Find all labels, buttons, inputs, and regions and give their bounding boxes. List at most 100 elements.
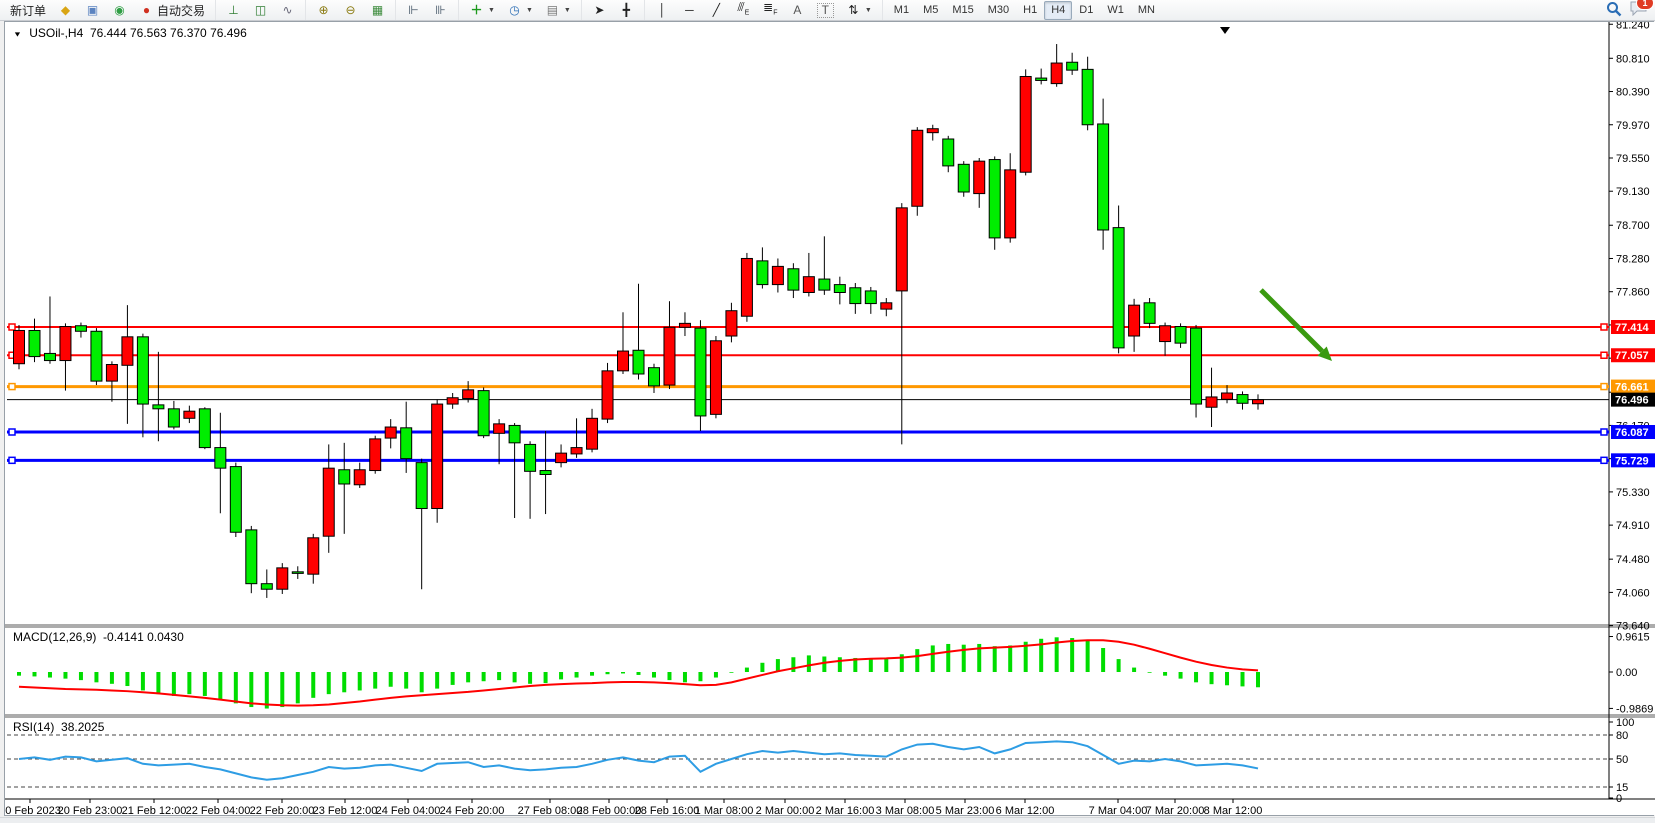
svg-text:76.087: 76.087: [1615, 427, 1649, 439]
fibonacci-icon[interactable]: ≣F: [757, 0, 784, 20]
timeframe-d1[interactable]: D1: [1072, 1, 1100, 20]
svg-text:22 Feb 20:00: 22 Feb 20:00: [250, 805, 315, 815]
horizontal-line-icon[interactable]: ─: [676, 0, 703, 20]
arrows-icon: ⇅: [846, 3, 861, 18]
svg-text:74.060: 74.060: [1616, 587, 1650, 599]
chevron-down-icon: ▼: [488, 7, 495, 14]
svg-text:20 Feb 23:00: 20 Feb 23:00: [58, 805, 123, 815]
signal-icon[interactable]: ◉: [106, 0, 133, 20]
svg-text:2 Mar 16:00: 2 Mar 16:00: [816, 805, 875, 815]
chart-collapse-icon[interactable]: ▼: [13, 30, 22, 38]
candlestick-chart-icon[interactable]: ◫: [247, 0, 274, 20]
new-chart-icon: ＋: [469, 3, 484, 18]
toolbar-group-new: ＋▼ ◷▼ ▤▼: [458, 0, 581, 20]
toolbar-group-cursor: ➤ ╋: [581, 0, 644, 20]
svg-text:7 Mar 20:00: 7 Mar 20:00: [1146, 805, 1205, 815]
autotrade-button[interactable]: ● 自动交易: [133, 0, 211, 20]
vertical-line-icon[interactable]: │: [649, 0, 676, 20]
svg-text:2 Mar 00:00: 2 Mar 00:00: [756, 805, 815, 815]
toolbar-group-objects: │ ─ ╱ ⫻E ≣F A T ⇅▼: [644, 0, 882, 20]
chevron-down-icon: ▼: [564, 7, 571, 14]
svg-text:0.9615: 0.9615: [1616, 632, 1650, 644]
svg-text:27 Feb 08:00: 27 Feb 08:00: [518, 805, 583, 815]
svg-text:23 Feb 12:00: 23 Feb 12:00: [313, 805, 378, 815]
autotrade-icon: ●: [139, 3, 154, 18]
svg-text:1 Mar 08:00: 1 Mar 08:00: [695, 805, 754, 815]
chart-canvas[interactable]: 81.24080.81080.39079.97079.55079.13078.7…: [5, 22, 1655, 815]
zoom-in-icon[interactable]: ⊕: [310, 0, 337, 20]
timeframe-m30[interactable]: M30: [981, 1, 1016, 20]
tile-windows-icon[interactable]: ▦: [364, 0, 391, 20]
chevron-down-icon: ▼: [526, 7, 533, 14]
svg-text:74.480: 74.480: [1616, 554, 1650, 566]
svg-text:-0.9869: -0.9869: [1616, 703, 1653, 715]
svg-text:6 Mar 12:00: 6 Mar 12:00: [996, 805, 1055, 815]
chart-window: 81.24080.81080.39079.97079.55079.13078.7…: [4, 21, 1654, 816]
windows-icon[interactable]: ▣: [79, 0, 106, 20]
zoom-out-icon[interactable]: ⊖: [337, 0, 364, 20]
svg-text:24 Feb 20:00: 24 Feb 20:00: [440, 805, 505, 815]
toolbar-group-trade: 新订单 ◆ ▣ ◉ ● 自动交易: [0, 0, 215, 20]
svg-text:20 Feb 2023: 20 Feb 2023: [5, 805, 61, 815]
chart-ohlc: 76.444 76.563 76.370 76.496: [90, 26, 247, 40]
new-order-label: 新订单: [10, 2, 46, 19]
new-order-button[interactable]: 新订单: [4, 0, 52, 20]
line-chart-icon[interactable]: ∿: [274, 0, 301, 20]
svg-text:77.414: 77.414: [1615, 322, 1650, 334]
svg-text:76.661: 76.661: [1615, 382, 1649, 394]
autotrade-label: 自动交易: [157, 2, 205, 19]
svg-text:77.057: 77.057: [1615, 350, 1649, 362]
svg-text:50: 50: [1616, 754, 1628, 766]
svg-text:77.860: 77.860: [1616, 287, 1650, 299]
svg-text:0.00: 0.00: [1616, 667, 1637, 679]
svg-text:28 Feb 00:00: 28 Feb 00:00: [577, 805, 642, 815]
crosshair-icon[interactable]: ╋: [613, 0, 640, 20]
new-chart-dropdown[interactable]: ＋▼: [463, 0, 501, 20]
timeframe-mn[interactable]: MN: [1131, 1, 1162, 20]
timeframe-w1[interactable]: W1: [1100, 1, 1131, 20]
bar-chart-icon[interactable]: ⊥: [220, 0, 247, 20]
svg-text:3 Mar 08:00: 3 Mar 08:00: [876, 805, 935, 815]
svg-text:24 Feb 04:00: 24 Feb 04:00: [376, 805, 441, 815]
chart-symbol: USOil-,H4: [29, 26, 83, 40]
svg-text:5 Mar 23:00: 5 Mar 23:00: [936, 805, 995, 815]
text-label-icon[interactable]: T: [811, 0, 840, 20]
template-icon: ▤: [545, 3, 560, 18]
timeframe-h1[interactable]: H1: [1016, 1, 1044, 20]
search-icon[interactable]: [1606, 1, 1622, 20]
rsi-label: RSI(14) 38.2025: [13, 720, 104, 734]
toolbar-right: 1: [1606, 1, 1655, 20]
chevron-down-icon: ▼: [865, 7, 872, 14]
svg-text:100: 100: [1616, 717, 1634, 729]
chart-title: ▼ USOil-,H4 76.444 76.563 76.370 76.496: [13, 26, 247, 40]
layers-icon[interactable]: ◆: [52, 0, 79, 20]
notification-badge: 1: [1636, 0, 1654, 10]
arrows-dropdown[interactable]: ⇅▼: [840, 0, 878, 20]
period-dropdown[interactable]: ◷▼: [501, 0, 539, 20]
toolbar: 新订单 ◆ ▣ ◉ ● 自动交易 ⊥ ◫ ∿ ⊕ ⊖ ▦ ⊩ ⊪ ＋▼ ◷▼ ▤…: [0, 0, 1655, 21]
toolbar-group-chart-type: ⊥ ◫ ∿: [215, 0, 305, 20]
svg-text:21 Feb 12:00: 21 Feb 12:00: [122, 805, 187, 815]
trendline-icon[interactable]: ╱: [703, 0, 730, 20]
svg-text:79.130: 79.130: [1616, 186, 1650, 198]
toolbar-group-timeframes: M1 M5 M15 M30 H1 H4 D1 W1 MN: [882, 0, 1166, 20]
svg-text:78.280: 78.280: [1616, 253, 1650, 265]
timeframe-h4[interactable]: H4: [1044, 1, 1072, 20]
template-dropdown[interactable]: ▤▼: [539, 0, 577, 20]
chart-list-icon[interactable]: ⊩: [400, 0, 427, 20]
timeframe-m15[interactable]: M15: [945, 1, 980, 20]
svg-text:75.729: 75.729: [1615, 455, 1649, 467]
period-icon: ◷: [507, 3, 522, 18]
timeframe-m5[interactable]: M5: [916, 1, 945, 20]
svg-text:81.240: 81.240: [1616, 22, 1650, 31]
chat-icon[interactable]: 1: [1630, 1, 1647, 19]
cursor-icon[interactable]: ➤: [586, 0, 613, 20]
macd-label: MACD(12,26,9) -0.4141 0.0430: [13, 630, 184, 644]
text-icon[interactable]: A: [784, 0, 811, 20]
svg-text:22 Feb 04:00: 22 Feb 04:00: [186, 805, 251, 815]
svg-text:28 Feb 16:00: 28 Feb 16:00: [635, 805, 700, 815]
svg-text:75.330: 75.330: [1616, 487, 1650, 499]
equidistant-channel-icon[interactable]: ⫻E: [730, 0, 757, 20]
timeframe-m1[interactable]: M1: [887, 1, 916, 20]
chart-profile-icon[interactable]: ⊪: [427, 0, 454, 20]
